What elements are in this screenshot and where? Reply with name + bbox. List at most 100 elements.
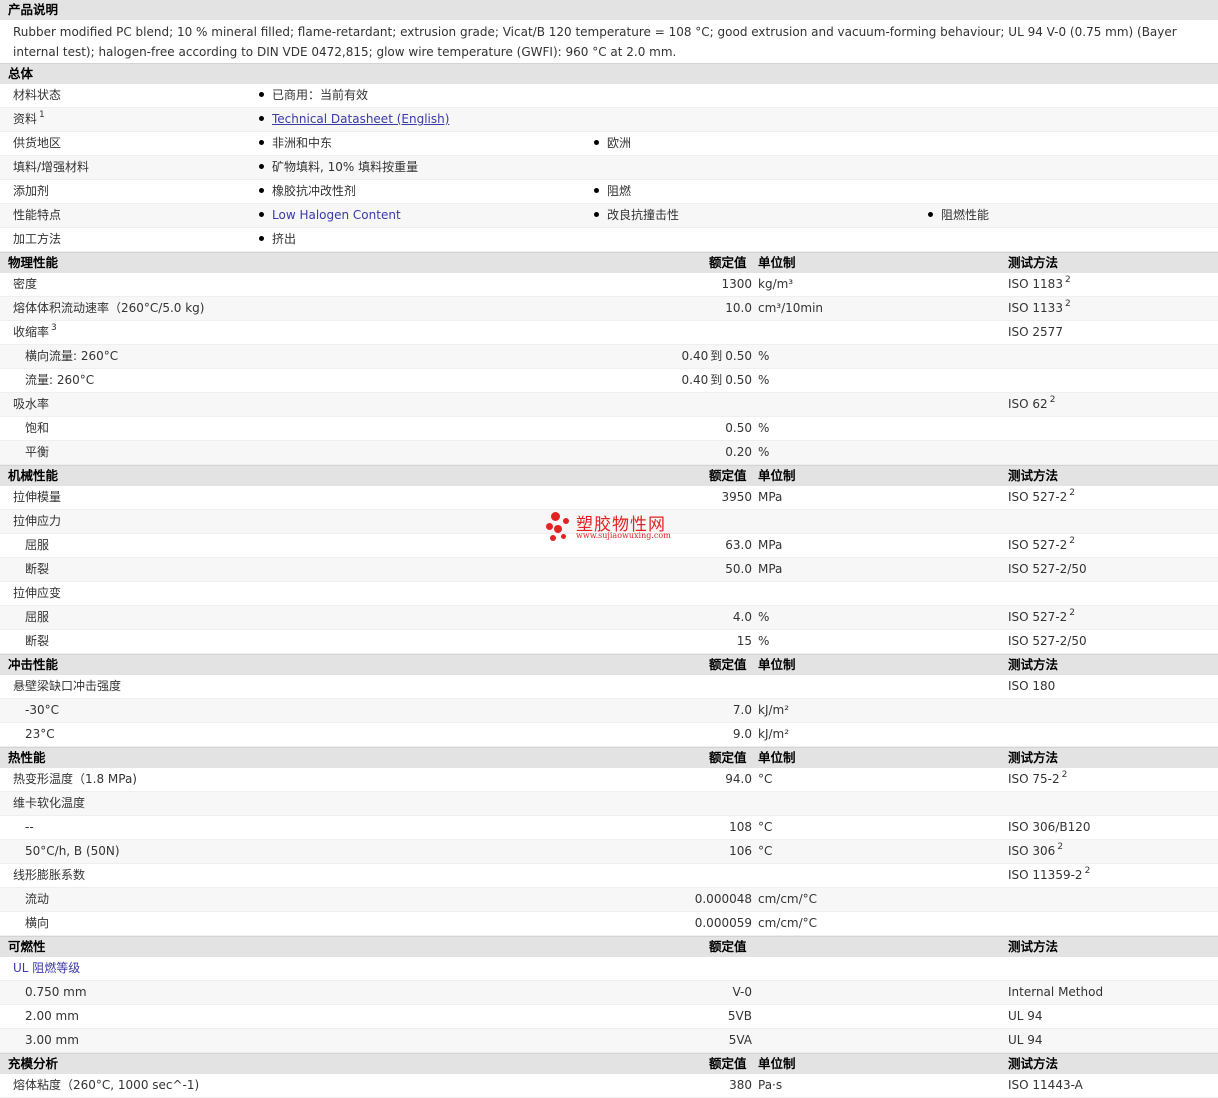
property-label: 吸水率 bbox=[13, 397, 50, 411]
property-value-range: 0.40 到 0.50 bbox=[682, 369, 752, 392]
property-row: 热变形温度（1.8 MPa) 94.0 °C ISO 75-2 2 bbox=[0, 768, 1218, 792]
header-method: 测试方法 bbox=[1008, 657, 1059, 672]
watermark-url: www.sujiaowuxing.com bbox=[576, 531, 671, 540]
footnote-marker: 3 bbox=[51, 323, 57, 333]
test-method: ISO 1183 2 bbox=[1008, 275, 1071, 291]
property-row: 收缩率 3 ISO 2577 bbox=[0, 321, 1218, 345]
test-method: ISO 527-2/50 bbox=[1008, 562, 1087, 576]
bullet-dot bbox=[259, 188, 264, 193]
section-title: 冲击性能 bbox=[8, 657, 59, 672]
property-label: 屈服 bbox=[25, 610, 50, 624]
general-row-label: 性能特点 bbox=[13, 208, 62, 222]
watermark-dot bbox=[550, 535, 556, 541]
property-label: 2.00 mm bbox=[25, 1009, 79, 1023]
property-row: 50°C/h, B (50N) 106 °C ISO 306 2 bbox=[0, 840, 1218, 864]
property-value: 4.0 bbox=[732, 610, 752, 624]
test-method: ISO 1133 2 bbox=[1008, 299, 1071, 315]
watermark-dot bbox=[546, 523, 553, 530]
property-row: -- 108 °C ISO 306/B120 bbox=[0, 816, 1218, 840]
bullet-dot bbox=[259, 164, 264, 169]
property-label: 收缩率 3 bbox=[13, 323, 57, 339]
general-row-label: 材料状态 bbox=[13, 88, 62, 102]
property-label: 横向流量: 260°C bbox=[25, 349, 119, 363]
property-row: 横向 0.000059 cm/cm/°C bbox=[0, 912, 1218, 936]
property-value: 50.0 bbox=[725, 562, 752, 576]
range-to-word: 到 bbox=[710, 349, 723, 363]
test-method: ISO 2577 bbox=[1008, 325, 1063, 339]
footnote-marker: 1 bbox=[39, 110, 45, 120]
property-unit: kJ/m² bbox=[758, 703, 790, 717]
general-row: 供货地区 非洲和中东 欧洲 bbox=[0, 132, 1218, 156]
property-label: 热变形温度（1.8 MPa) bbox=[13, 772, 137, 786]
header-value: 额定值 bbox=[709, 255, 747, 270]
property-label: 平衡 bbox=[25, 445, 50, 459]
bullet-item: 矿物填料, 10% 填料按重量 bbox=[259, 156, 418, 179]
header-value: 额定值 bbox=[709, 939, 747, 954]
bullet-dot bbox=[594, 188, 599, 193]
property-label: 熔体体积流动速率（260°C/5.0 kg) bbox=[13, 301, 205, 315]
property-value: 15 bbox=[736, 634, 752, 648]
test-method: Internal Method bbox=[1008, 985, 1104, 999]
footnote-marker: 2 bbox=[1057, 842, 1064, 852]
bullet-text: 挤出 bbox=[272, 232, 297, 246]
section-header-mechanical: 机械性能 额定值 单位制 测试方法 bbox=[0, 465, 1218, 486]
property-unit: % bbox=[758, 373, 770, 387]
test-method: UL 94 bbox=[1008, 1033, 1043, 1047]
property-unit: cm/cm/°C bbox=[758, 916, 818, 930]
bullet-text: 非洲和中东 bbox=[272, 136, 333, 150]
property-value: 9.0 bbox=[732, 727, 752, 741]
footnote-marker: 2 bbox=[1069, 608, 1076, 618]
footnote-marker: 2 bbox=[1069, 488, 1076, 498]
section-title: 物理性能 bbox=[8, 255, 59, 270]
header-method: 测试方法 bbox=[1008, 939, 1059, 954]
bullet-dot bbox=[259, 212, 264, 217]
bullet-dot bbox=[259, 92, 264, 97]
datasheet-page: 产品说明 Rubber modified PC blend; 10 % miner… bbox=[0, 0, 1218, 1098]
property-label: 横向 bbox=[25, 916, 50, 930]
property-row: 0.750 mm V-0 Internal Method bbox=[0, 981, 1218, 1005]
property-unit: MPa bbox=[758, 538, 783, 552]
property-unit: % bbox=[758, 445, 770, 459]
property-value: 94.0 bbox=[725, 772, 752, 786]
section-title: 机械性能 bbox=[8, 468, 59, 483]
property-value: V-0 bbox=[732, 985, 752, 999]
property-row: 断裂 50.0 MPa ISO 527-2/50 bbox=[0, 558, 1218, 582]
header-value: 额定值 bbox=[709, 1056, 747, 1071]
bullet-item[interactable]: Technical Datasheet (English) bbox=[259, 108, 449, 131]
section-header-general: 总体 bbox=[0, 63, 1218, 84]
property-label: 维卡软化温度 bbox=[13, 796, 86, 810]
datasheet-link[interactable]: Technical Datasheet (English) bbox=[272, 112, 449, 126]
property-label: 断裂 bbox=[25, 562, 50, 576]
bullet-text: Low Halogen Content bbox=[272, 208, 401, 222]
bullet-item: 改良抗撞击性 bbox=[594, 204, 679, 227]
header-value: 额定值 bbox=[709, 750, 747, 765]
test-method: ISO 180 bbox=[1008, 679, 1056, 693]
test-method: ISO 527-2 2 bbox=[1008, 488, 1076, 504]
property-value-range: 0.40 到 0.50 bbox=[682, 345, 752, 368]
bullet-text: 阻燃性能 bbox=[941, 208, 990, 222]
property-row: 屈服 4.0% ISO 527-2 2 bbox=[0, 606, 1218, 630]
property-value: 0.000048 bbox=[694, 892, 752, 906]
property-row: UL 阻燃等级 bbox=[0, 957, 1218, 981]
watermark-dot bbox=[554, 525, 562, 533]
property-unit: % bbox=[758, 634, 770, 648]
property-row: 熔体粘度（260°C, 1000 sec^-1) 380 Pa·s ISO 11443… bbox=[0, 1074, 1218, 1098]
bullet-text: 欧洲 bbox=[607, 136, 632, 150]
property-row: 平衡 0.20% bbox=[0, 441, 1218, 465]
property-row: 23°C 9.0 kJ/m² bbox=[0, 723, 1218, 747]
property-label: 流动 bbox=[25, 892, 50, 906]
bullet-item: 非洲和中东 bbox=[259, 132, 332, 155]
test-method: UL 94 bbox=[1008, 1009, 1043, 1023]
section-header-impact: 冲击性能 额定值 单位制 测试方法 bbox=[0, 654, 1218, 675]
footnote-marker: 2 bbox=[1049, 395, 1056, 405]
property-unit: MPa bbox=[758, 490, 783, 504]
property-row: 3.00 mm 5VA UL 94 bbox=[0, 1029, 1218, 1053]
property-value: 7.0 bbox=[732, 703, 752, 717]
general-row: 性能特点 Low Halogen Content 改良抗撞击性 阻燃性能 bbox=[0, 204, 1218, 228]
property-label: 23°C bbox=[25, 727, 55, 741]
property-row: 拉伸应变 bbox=[0, 582, 1218, 606]
property-row: 流量: 260°C 0.40 到 0.50% bbox=[0, 369, 1218, 393]
property-label: 拉伸应变 bbox=[13, 586, 62, 600]
test-method: ISO 306/B120 bbox=[1008, 820, 1091, 834]
test-method: ISO 527-2 2 bbox=[1008, 608, 1076, 624]
